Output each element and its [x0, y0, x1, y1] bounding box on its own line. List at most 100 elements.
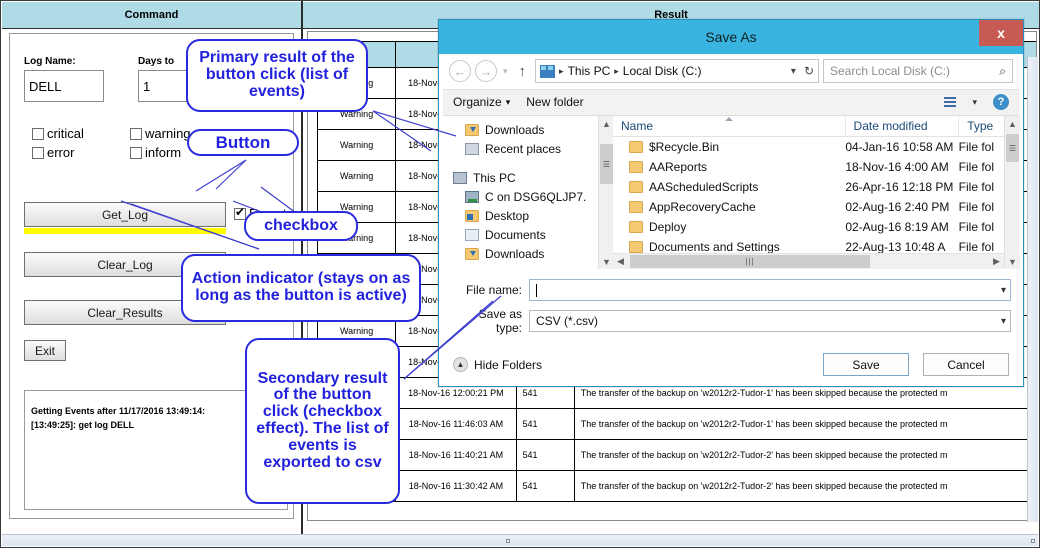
folder-desktop-icon [465, 209, 479, 222]
exit-button[interactable]: Exit [24, 340, 66, 361]
checkbox-critical[interactable]: critical [32, 126, 84, 141]
checkbox-critical-label: critical [47, 126, 84, 141]
file-scroll-thumb[interactable]: ☰ [1006, 134, 1019, 163]
breadcrumb-separator-2: ▸ [614, 65, 619, 76]
file-list-item[interactable]: AAScheduledScripts 26-Apr-16 12:18 PM File… [613, 177, 1004, 197]
file-list-item[interactable]: AppRecoveryCache 02-Aug-16 2:40 PM File fo… [613, 197, 1004, 217]
tree-scroll-down-icon[interactable]: ▼ [599, 254, 614, 269]
file-list-scroll-thumb[interactable]: ||| [630, 255, 870, 269]
log-name-input[interactable]: DELL [24, 70, 104, 102]
checkbox-critical-box[interactable] [32, 127, 44, 140]
cell-time: 18-Nov-16 11:30:42 AM [395, 470, 517, 502]
help-icon[interactable]: ? [993, 94, 1009, 111]
tree-item[interactable]: Documents [451, 225, 598, 244]
log-name-label: Log Name: [24, 56, 76, 67]
checkbox-warning-box[interactable] [130, 127, 142, 140]
organize-button[interactable]: Organize [453, 95, 502, 109]
tree-item[interactable]: C on DSG6QLJP7. [451, 187, 598, 206]
tree-scroll-thumb[interactable]: ☰ [600, 144, 613, 185]
tree-item[interactable]: Recent places [451, 139, 598, 158]
file-list-item[interactable]: AAReports 18-Nov-16 4:00 AM File fol [613, 157, 1004, 177]
file-list-horizontal-scrollbar[interactable]: ◀ ||| ▶ [613, 253, 1004, 269]
file-name-text: AAReports [649, 160, 708, 175]
checkbox-inform[interactable]: inform [130, 145, 181, 160]
table-row[interactable]: Warning18-Nov-16 11:30:42 AM541The trans… [316, 470, 1036, 502]
search-icon: ⌕ [999, 63, 1006, 78]
recent-locations-chevron-down-icon[interactable]: ▾ [501, 66, 510, 77]
cell-message: The transfer of the backup on 'w2012r2-T… [573, 408, 1036, 440]
file-column-header-date[interactable]: Date modified [844, 116, 959, 137]
tree-item-label: Documents [485, 227, 546, 242]
file-column-header-name-label: Name [621, 119, 654, 134]
refresh-icon[interactable]: ↻ [800, 64, 814, 78]
view-mode-icon[interactable] [944, 97, 957, 108]
checkbox-error-box[interactable] [32, 146, 44, 159]
breadcrumb[interactable]: ▸ This PC ▸ Local Disk (C:) ▾ ↻ [535, 59, 819, 84]
search-input[interactable]: Search Local Disk (C:) ⌕ [823, 59, 1013, 84]
save-button[interactable]: Save [823, 353, 909, 376]
chevron-down-icon[interactable]: ▾ [791, 66, 796, 77]
tree-item[interactable]: This PC [451, 168, 598, 187]
save-as-type-chevron-down-icon[interactable]: ▾ [1001, 316, 1006, 327]
folder-download-icon [465, 247, 479, 260]
navigation-tree-list: Downloads Recent places This PC C on DSG6QL… [451, 120, 598, 263]
file-name-text: Deploy [649, 220, 687, 235]
file-scroll-down-icon[interactable]: ▼ [1005, 254, 1020, 269]
file-type-cell: File fol [958, 240, 994, 254]
file-column-header-name[interactable]: Name [613, 116, 845, 136]
tree-item[interactable]: Desktop [451, 206, 598, 225]
cell-type: Warning [316, 160, 397, 192]
file-name-text: Documents and Settings [649, 240, 780, 254]
file-scroll-up-icon[interactable]: ▲ [1005, 116, 1020, 132]
file-list-scroll-left-icon[interactable]: ◀ [613, 256, 628, 267]
file-list-item[interactable]: Deploy 02-Aug-16 8:19 AM File fol [613, 217, 1004, 237]
file-name-chevron-down-icon[interactable]: ▾ [1001, 285, 1006, 296]
hide-folders-button[interactable]: ▲ Hide Folders [453, 357, 542, 372]
cell-eventid: 541 [515, 408, 575, 440]
checkbox-error-label: error [47, 145, 75, 160]
tree-scroll-up-icon[interactable]: ▲ [599, 116, 614, 132]
tree-item-label: Downloads [485, 122, 545, 137]
new-folder-button[interactable]: New folder [526, 95, 583, 109]
navigation-tree: Downloads Recent places This PC C on DSG6QL… [443, 116, 598, 269]
file-name-input[interactable]: ▾ [529, 279, 1011, 301]
save-as-type-label: Save as type: [478, 307, 522, 335]
file-list-item[interactable]: $Recycle.Bin 04-Jan-16 10:58 AM File fol [613, 137, 1004, 157]
annotation-secondary-result: Secondary result of the button click (ch… [245, 338, 400, 504]
tree-item[interactable]: Downloads [451, 120, 598, 139]
table-row[interactable]: Warning18-Nov-16 11:46:03 AM541The trans… [316, 408, 1036, 440]
cancel-button[interactable]: Cancel [923, 353, 1009, 376]
save-as-type-select[interactable]: CSV (*.csv) ▾ [529, 310, 1011, 332]
checkbox-inform-box[interactable] [130, 146, 142, 159]
folder-icon [629, 181, 643, 194]
save-as-titlebar[interactable]: Save As x [439, 20, 1023, 54]
window-horizontal-scrollbar[interactable] [2, 534, 1038, 546]
dialog-fields: File name: ▾ Save as type: CSV (*.csv) ▾ [443, 269, 1019, 341]
checkbox-export-box[interactable] [234, 206, 246, 220]
file-list-scroll-right-icon[interactable]: ▶ [989, 256, 1004, 267]
file-list-vertical-scrollbar[interactable]: ▲ ☰ ▼ [1004, 116, 1020, 269]
file-column-header-type[interactable]: Type [958, 116, 1004, 137]
back-icon[interactable]: ← [449, 60, 471, 83]
breadcrumb-item-local-disk[interactable]: Local Disk (C:) [623, 64, 702, 78]
sort-ascending-icon [725, 117, 733, 122]
tree-item[interactable]: Downloads [451, 244, 598, 263]
checkbox-warning[interactable]: warning [130, 126, 191, 141]
breadcrumb-item-this-pc[interactable]: This PC [568, 64, 611, 78]
view-chevron-down-icon[interactable]: ▾ [972, 97, 977, 108]
close-icon[interactable]: x [979, 20, 1023, 46]
file-list-scroll-track[interactable]: ||| [628, 255, 989, 269]
get-log-button[interactable]: Get_Log [24, 202, 226, 227]
dialog-bottom-row: ▲ Hide Folders Save Cancel [443, 341, 1019, 382]
forward-icon[interactable]: → [475, 60, 497, 83]
tree-vertical-scrollbar[interactable]: ▲ ☰ ▼ [598, 116, 614, 269]
up-level-icon[interactable]: ↑ [514, 63, 532, 80]
result-vertical-scrollbar[interactable] [1027, 57, 1038, 522]
checkbox-error[interactable]: error [32, 145, 74, 160]
tree-group-spacer [451, 158, 598, 168]
hide-folders-label: Hide Folders [474, 357, 543, 372]
file-list-item[interactable]: Documents and Settings 22-Aug-13 10:48 A F… [613, 237, 1004, 253]
organize-chevron-down-icon[interactable]: ▾ [506, 97, 511, 108]
table-row[interactable]: Warning18-Nov-16 11:40:21 AM541The trans… [316, 439, 1036, 471]
file-date-cell: 04-Jan-16 10:58 AM [845, 140, 954, 155]
